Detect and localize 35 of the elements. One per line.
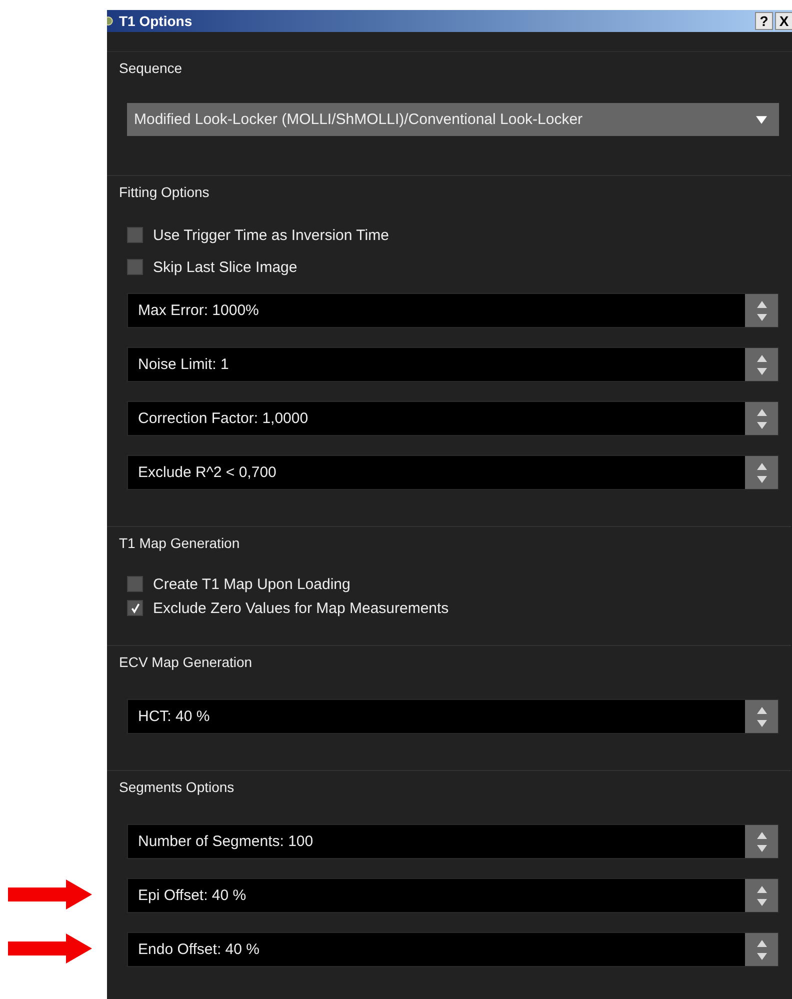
spin-arrows-icon[interactable] xyxy=(745,879,778,912)
caret-icon xyxy=(756,116,767,124)
section-title: Segments Options xyxy=(119,779,236,797)
checkbox-label: Skip Last Slice Image xyxy=(153,258,298,276)
checkbox[interactable] xyxy=(127,227,143,243)
spin-arrows-icon[interactable] xyxy=(745,933,778,966)
spin-box[interactable]: Number of Segments: 100 xyxy=(127,824,779,859)
spin-arrows-icon[interactable] xyxy=(745,825,778,858)
spin-box[interactable]: Endo Offset: 40 % xyxy=(127,932,779,967)
spin-box[interactable]: Exclude R^2 < 0,700 xyxy=(127,455,779,490)
spin-box[interactable]: Correction Factor: 1,0000 xyxy=(127,401,779,436)
spin-arrows-icon[interactable] xyxy=(745,700,778,733)
spin-box[interactable]: Noise Limit: 1 xyxy=(127,347,779,382)
spin-arrows-icon[interactable] xyxy=(745,402,778,435)
title-bar-button[interactable]: X xyxy=(775,12,792,30)
sequence-dropdown[interactable]: Modified Look-Locker (MOLLI/ShMOLLI)/Conventional Look-Locker xyxy=(127,103,779,136)
spin-arrows-icon[interactable] xyxy=(745,348,778,381)
checkbox-label: Exclude Zero Values for Map Measurements xyxy=(153,600,449,616)
spin-box[interactable]: Epi Offset: 40 % xyxy=(127,878,779,913)
title-bar-button[interactable]: ? xyxy=(755,12,773,30)
spin-box[interactable]: Max Error: 1000% xyxy=(127,293,779,328)
checkbox-label: Create T1 Map Upon Loading xyxy=(153,576,350,592)
checkbox-label: Use Trigger Time as Inversion Time xyxy=(153,226,389,244)
section-title: ECV Map Generation xyxy=(119,654,254,672)
window-title: T1 Options xyxy=(119,13,192,29)
checkbox[interactable] xyxy=(127,600,143,616)
spin-arrows-icon[interactable] xyxy=(745,294,778,327)
spin-arrows-icon[interactable] xyxy=(745,456,778,489)
section-title: T1 Map Generation xyxy=(119,535,241,553)
section-title: Sequence xyxy=(119,60,184,78)
spin-box[interactable]: HCT: 40 % xyxy=(127,699,779,734)
checkbox[interactable] xyxy=(127,576,143,592)
section-title: Fitting Options xyxy=(119,184,210,202)
checkmark-icon xyxy=(130,602,140,614)
checkbox[interactable] xyxy=(127,259,143,275)
